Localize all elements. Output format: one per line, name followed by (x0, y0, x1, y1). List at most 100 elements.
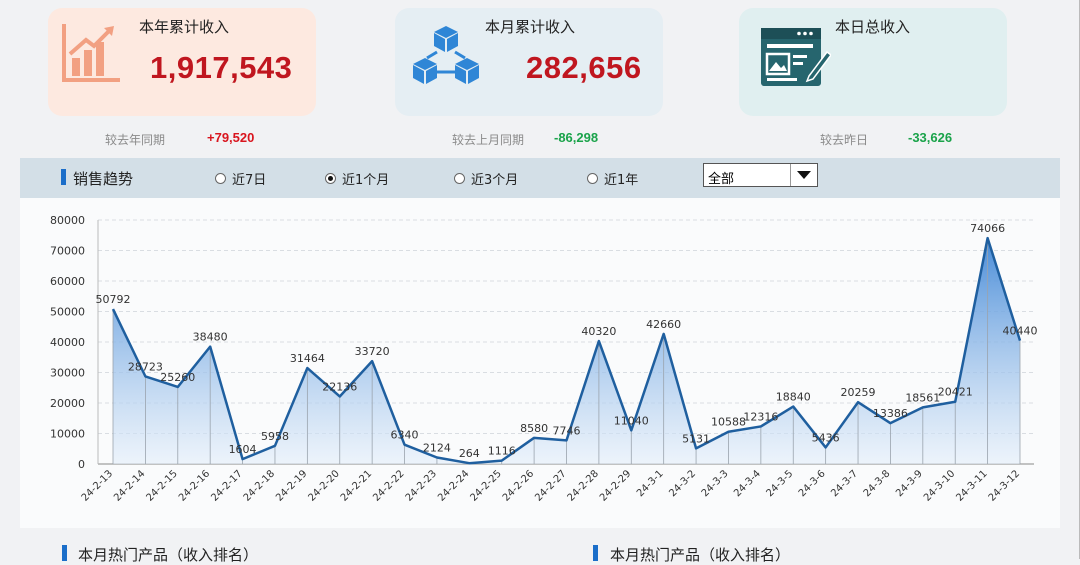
radio-label: 近1年 (604, 173, 639, 188)
x-tick-label: 24-3-3 (700, 468, 731, 499)
category-select[interactable]: 全部 (703, 163, 818, 187)
data-label: 1116 (488, 445, 516, 458)
document-edit-icon (759, 24, 833, 94)
radio-label: 近3个月 (471, 173, 519, 188)
x-tick-label: 24-2-26 (501, 468, 536, 503)
data-label: 74066 (970, 222, 1005, 235)
data-label: 12316 (743, 410, 778, 423)
sales-trend-filter-bar: 销售趋势 近7日 近1个月 近3个月 近1年 全部 (20, 158, 1060, 198)
x-tick-label: 24-2-23 (404, 468, 439, 503)
kpi-card-day: 本日总收入 (739, 8, 1007, 116)
data-label: 13386 (873, 407, 908, 420)
x-tick-label: 24-2-25 (468, 468, 503, 503)
x-tick-label: 24-2-13 (80, 468, 115, 503)
data-label: 5436 (812, 431, 840, 444)
data-label: 20259 (841, 386, 876, 399)
x-tick-label: 24-2-19 (274, 468, 309, 503)
kpi-year-compare-label: 较去年同期 (105, 133, 166, 147)
data-label: 18561 (905, 391, 940, 404)
x-tick-label: 24-3-1 (635, 468, 666, 499)
x-tick-label: 24-2-15 (145, 468, 180, 503)
kpi-year-compare-value: +79,520 (207, 130, 255, 145)
y-tick-label: 0 (78, 458, 85, 471)
hot-products-left-title: 本月热门产品（收入排名） (78, 546, 259, 564)
x-tick-label: 24-3-5 (764, 468, 795, 499)
radio-3-months[interactable]: 近3个月 (454, 169, 518, 188)
x-tick-label: 24-2-28 (566, 468, 601, 503)
kpi-day-compare-label: 较去昨日 (820, 133, 869, 147)
sales-trend-chart: 0 10000 20000 30000 40000 50000 60000 70000 8000… (20, 198, 1060, 528)
y-tick-label: 40000 (50, 336, 85, 349)
x-tick-label: 24-2-21 (339, 468, 374, 503)
data-label: 18840 (776, 391, 811, 404)
radio-dot[interactable] (587, 173, 598, 184)
data-label: 40320 (581, 325, 616, 338)
x-tick-label: 24-3-6 (797, 468, 828, 499)
y-tick-label: 20000 (50, 397, 85, 410)
bar-chart-growth-icon (60, 22, 122, 88)
kpi-year-title: 本年累计收入 (139, 18, 230, 36)
cubes-network-icon (413, 24, 479, 90)
radio-1-month[interactable]: 近1个月 (325, 169, 389, 188)
kpi-month-value: 282,656 (526, 50, 642, 85)
kpi-day-title: 本日总收入 (835, 18, 911, 36)
hot-products-right-title: 本月热门产品（收入排名） (610, 546, 791, 564)
kpi-year-value: 1,917,543 (150, 50, 293, 85)
x-tick-label: 24-3-2 (667, 468, 698, 499)
data-label: 6340 (391, 429, 419, 442)
y-tick-label: 50000 (50, 306, 85, 319)
data-label: 42660 (646, 318, 681, 331)
x-tick-label: 24-2-16 (177, 468, 212, 503)
x-tick-label: 24-2-22 (371, 468, 406, 503)
x-tick-label: 24-2-14 (112, 468, 147, 503)
data-label: 11040 (614, 414, 649, 427)
data-label: 10588 (711, 416, 746, 429)
x-tick-label: 24-3-9 (894, 468, 925, 499)
x-tick-label: 24-3-10 (922, 468, 957, 503)
y-tick-label: 60000 (50, 275, 85, 288)
data-label: 5958 (261, 430, 289, 443)
kpi-month-title: 本月累计收入 (485, 18, 576, 36)
sales-trend-title: 销售趋势 (73, 170, 134, 188)
x-tick-label: 24-2-29 (598, 468, 633, 503)
kpi-card-year: 本年累计收入 1,917,543 (48, 8, 316, 116)
kpi-day-compare-value: -33,626 (908, 130, 953, 145)
dropdown-arrow-icon[interactable] (790, 164, 817, 186)
radio-dot[interactable] (454, 173, 465, 184)
x-tick-label: 24-3-4 (732, 468, 763, 499)
data-label: 22136 (322, 380, 357, 393)
data-label: 2124 (423, 442, 451, 455)
y-tick-label: 70000 (50, 245, 85, 258)
radio-label: 近1个月 (342, 173, 390, 188)
data-label: 50792 (96, 293, 131, 306)
y-tick-label: 10000 (50, 428, 85, 441)
data-label: 33720 (355, 345, 390, 358)
category-select-value: 全部 (708, 172, 735, 187)
data-label: 40440 (1003, 325, 1038, 338)
kpi-month-compare-label: 较去上月同期 (452, 133, 525, 147)
radio-dot[interactable] (325, 173, 336, 184)
kpi-month-compare-value: -86,298 (554, 130, 599, 145)
x-tick-label: 24-3-7 (829, 468, 860, 499)
y-tick-label: 30000 (50, 367, 85, 380)
radio-dot[interactable] (215, 173, 226, 184)
section-accent (61, 169, 66, 185)
x-tick-label: 24-2-27 (533, 468, 568, 503)
data-label: 31464 (290, 352, 325, 365)
kpi-card-month: 本月累计收入 282,656 (395, 8, 663, 116)
radio-label: 近7日 (232, 173, 267, 188)
x-tick-label: 24-2-24 (436, 468, 471, 503)
data-label: 8580 (520, 422, 548, 435)
data-label: 1604 (229, 443, 257, 456)
data-label: 7746 (553, 424, 581, 437)
radio-7-days[interactable]: 近7日 (215, 169, 266, 188)
data-label: 5131 (682, 432, 710, 445)
sales-trend-chart-svg: 0 10000 20000 30000 40000 50000 60000 70000 8000… (50, 214, 1038, 504)
data-label: 28723 (128, 360, 163, 373)
radio-1-year[interactable]: 近1年 (587, 169, 638, 188)
data-label: 264 (459, 447, 480, 460)
data-label: 20421 (938, 386, 973, 399)
x-tick-label: 24-3-8 (862, 468, 893, 499)
x-tick-label: 24-2-18 (242, 468, 277, 503)
data-label: 25260 (160, 371, 195, 384)
